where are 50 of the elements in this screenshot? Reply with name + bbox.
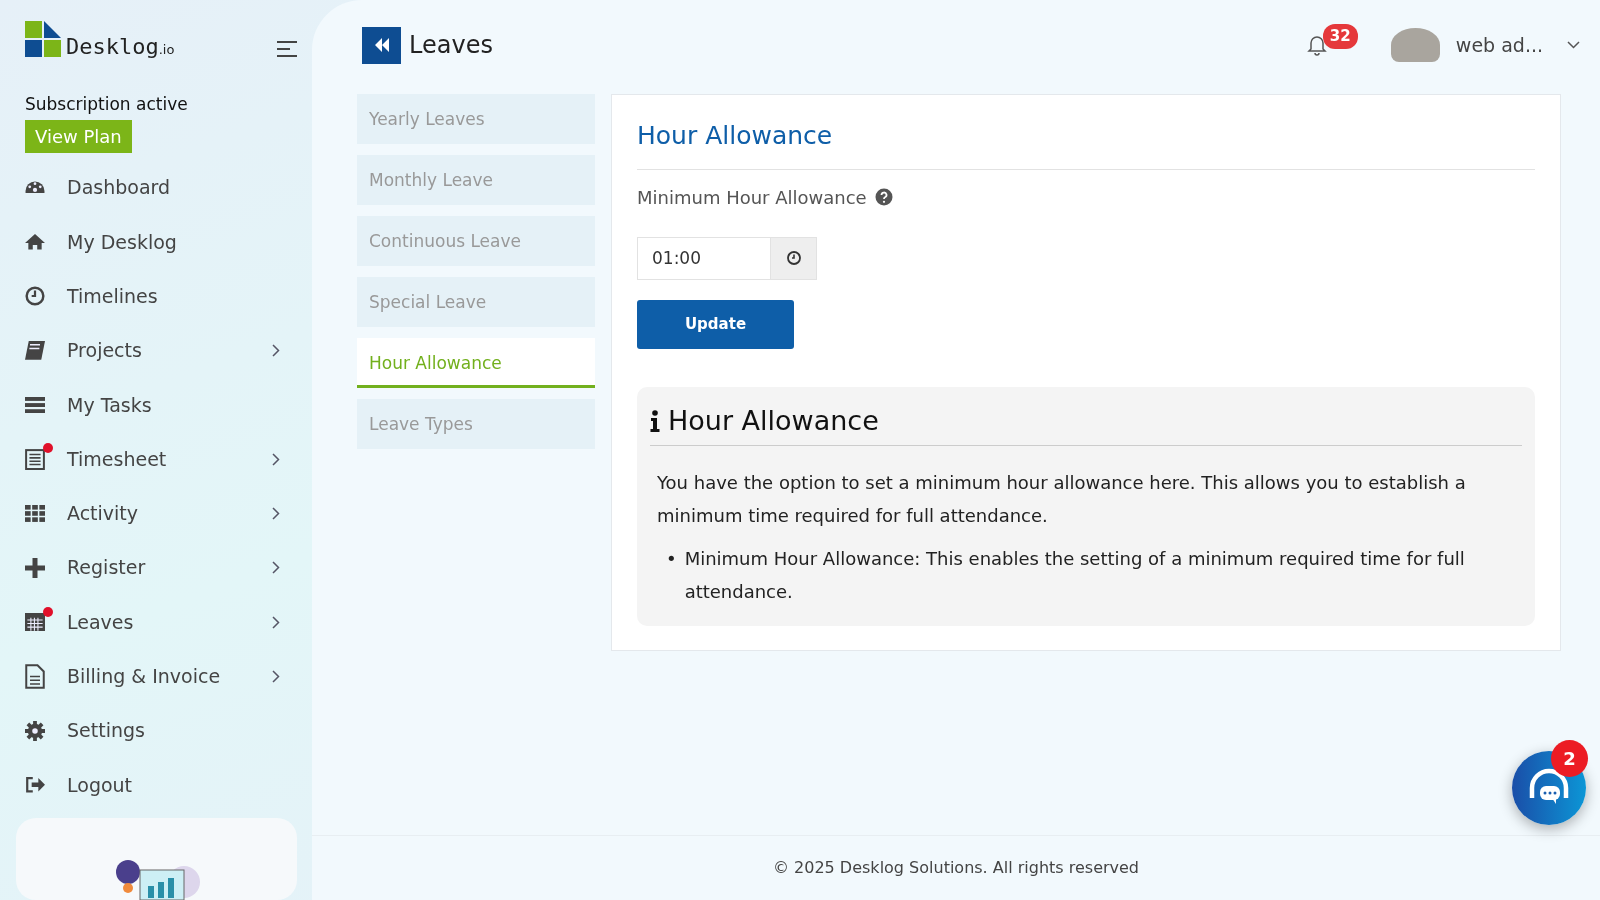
- calendar-icon: [25, 612, 45, 632]
- help-icon[interactable]: [874, 188, 893, 206]
- logout-icon: [25, 777, 45, 793]
- grid-icon: [25, 504, 45, 522]
- panel-title: Hour Allowance: [637, 117, 1535, 170]
- sidebar-item[interactable]: Activity: [25, 486, 312, 541]
- clock-icon: [25, 286, 45, 307]
- sidebar-item[interactable]: Timesheet: [25, 432, 312, 487]
- info-bullet: Minimum Hour Allowance: This enables the setting of a minimum required time for full attendance.: [684, 547, 1466, 604]
- double-arrow-left-icon: [373, 38, 390, 52]
- sidebar-item[interactable]: Projects: [25, 323, 312, 378]
- info-text: You have the option to set a minimum hour allowance here. This allows you to establish a minimum time required for full attendance.: [656, 471, 1467, 528]
- sidebar-item[interactable]: Timelines: [25, 269, 312, 324]
- sidebar-item[interactable]: Leaves: [25, 594, 312, 650]
- settings-icon: [25, 720, 45, 741]
- avatar-photo: [1390, 28, 1440, 62]
- field-label: Minimum Hour Allowance: [637, 185, 867, 210]
- clock-button[interactable]: [771, 236, 817, 280]
- logo-icon: [25, 21, 62, 58]
- list-document-icon: [25, 448, 45, 470]
- user-name[interactable]: web ad...: [1455, 30, 1543, 60]
- logo-text: Desklog.io: [66, 36, 175, 58]
- notification-count: 32: [1322, 24, 1358, 49]
- bell-icon[interactable]: [1306, 34, 1327, 56]
- sidebar-item[interactable]: My Tasks: [25, 377, 312, 432]
- plus-icon: [25, 557, 45, 578]
- tasks-icon: [25, 396, 45, 413]
- document-icon: [25, 663, 45, 689]
- sidebar-item[interactable]: Billing & Invoice: [25, 649, 312, 704]
- sidebar-item[interactable]: Dashboard: [25, 160, 312, 215]
- bullet-marker: •: [666, 547, 677, 571]
- update-button[interactable]: Update: [637, 299, 794, 349]
- sidebar-item[interactable]: My Desklog: [25, 214, 312, 270]
- info-icon: [650, 409, 660, 432]
- footer-text: © 2025 Desklog Solutions. All rights reserved: [312, 835, 1600, 900]
- home-icon: [25, 234, 45, 250]
- book-icon: [25, 341, 45, 360]
- clock-icon: [785, 250, 802, 266]
- page-title: Leaves: [409, 30, 493, 61]
- time-input[interactable]: 01:00: [637, 236, 771, 280]
- sidebar-item[interactable]: Register: [25, 540, 312, 595]
- dashboard-icon: [25, 181, 45, 194]
- subscription-status: Subscription active: [25, 93, 189, 116]
- back-button[interactable]: [362, 26, 401, 64]
- info-title: Hour Allowance: [668, 403, 879, 438]
- chat-badge: 2: [1551, 740, 1588, 777]
- sidebar-item[interactable]: Logout: [25, 757, 312, 813]
- chevron-down-icon[interactable]: [1567, 41, 1580, 49]
- sidebar-item[interactable]: Settings: [25, 703, 312, 758]
- menu-icon[interactable]: [276, 40, 298, 58]
